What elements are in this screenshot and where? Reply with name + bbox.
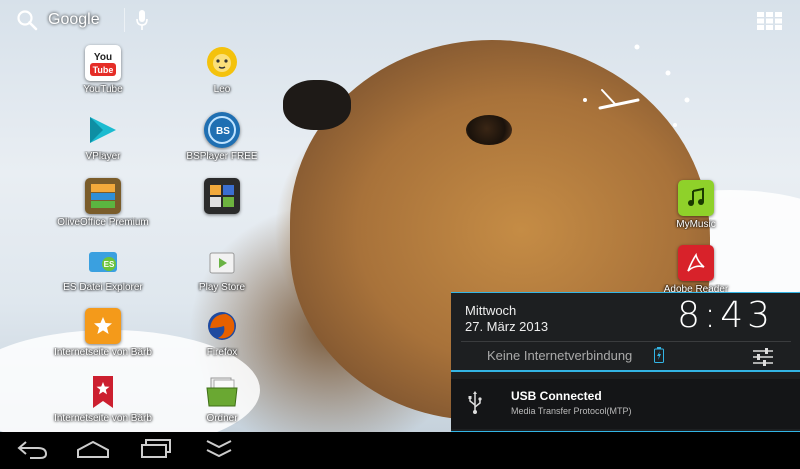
app-adobe-reader[interactable]: Adobe Reader bbox=[641, 245, 751, 295]
svg-text:BS: BS bbox=[216, 126, 230, 137]
mymusic-icon bbox=[678, 180, 714, 216]
ordner-icon bbox=[204, 374, 240, 410]
bookmark-ribbon-icon bbox=[85, 374, 121, 410]
oliveoffice-icon bbox=[85, 178, 121, 214]
battery-charging-icon bbox=[654, 347, 664, 367]
app-label: MyMusic bbox=[676, 219, 716, 230]
app-shortcut[interactable]: ES ES Datei Explorer bbox=[48, 243, 158, 293]
bookmark-star-icon bbox=[85, 308, 121, 344]
notification-panel[interactable]: Mittwoch 27. März 2013 8:43 Keine Intern… bbox=[451, 292, 800, 433]
folder-icon bbox=[204, 178, 240, 214]
app-label: Internetseite von Bärb bbox=[54, 347, 152, 358]
microphone-icon[interactable] bbox=[135, 9, 149, 31]
youtube-icon: You Tube bbox=[85, 45, 121, 81]
app-label: Firefox bbox=[206, 347, 238, 358]
search-icon[interactable] bbox=[16, 9, 38, 31]
usb-icon bbox=[467, 391, 483, 419]
google-label[interactable]: Google bbox=[48, 11, 100, 29]
firefox-icon bbox=[204, 308, 240, 344]
app-shortcut[interactable]: You Tube YouTube bbox=[48, 45, 158, 95]
play-store-icon bbox=[204, 243, 240, 279]
accent-divider bbox=[451, 370, 800, 372]
app-shortcut[interactable]: OliveOffice Premium bbox=[48, 178, 158, 228]
dog-nose bbox=[283, 80, 351, 130]
app-label: Internetseite von Bärb bbox=[54, 413, 152, 424]
bsplayer-icon: BS bbox=[204, 112, 240, 148]
leo-icon bbox=[204, 45, 240, 81]
app-shortcut[interactable]: Play Store bbox=[167, 243, 277, 293]
network-status: Keine Internetverbindung bbox=[487, 348, 633, 363]
notif-clock: 8:43 bbox=[677, 295, 774, 336]
app-label: Ordner bbox=[206, 413, 238, 424]
vplayer-icon bbox=[85, 112, 121, 148]
adobe-reader-icon bbox=[678, 245, 714, 281]
home-icon[interactable] bbox=[76, 438, 110, 464]
app-shortcut[interactable] bbox=[167, 178, 277, 217]
hide-keyboard-icon[interactable] bbox=[204, 438, 234, 464]
app-label: Leo bbox=[213, 84, 231, 95]
svg-text:You: You bbox=[94, 52, 112, 63]
dog-eye bbox=[466, 115, 512, 145]
svg-text:Tube: Tube bbox=[93, 65, 114, 75]
search-divider bbox=[123, 8, 125, 32]
analog-clock-widget[interactable] bbox=[570, 30, 690, 150]
app-shortcut[interactable]: Internetseite von Bärb bbox=[48, 308, 158, 358]
app-shortcut[interactable]: Firefox bbox=[167, 308, 277, 358]
app-label: VPlayer bbox=[85, 151, 121, 162]
app-shortcut[interactable]: VPlayer bbox=[48, 112, 158, 162]
app-label: ES Datei Explorer bbox=[63, 282, 143, 293]
notif-date: 27. März 2013 bbox=[465, 319, 549, 334]
app-label: Play Store bbox=[198, 282, 246, 293]
navigation-bar bbox=[0, 432, 800, 469]
app-mymusic[interactable]: MyMusic bbox=[641, 180, 751, 230]
app-shortcut[interactable]: Ordner bbox=[167, 374, 277, 424]
all-apps-grid-icon[interactable] bbox=[757, 12, 783, 34]
quick-settings-icon[interactable] bbox=[752, 347, 774, 371]
app-label: YouTube bbox=[83, 84, 123, 95]
app-shortcut[interactable]: Leo bbox=[167, 45, 277, 95]
notif-day: Mittwoch bbox=[465, 303, 517, 318]
app-label: OliveOffice Premium bbox=[57, 217, 149, 228]
app-shortcut[interactable]: Internetseite von Bärb bbox=[48, 374, 158, 424]
back-icon[interactable] bbox=[16, 438, 48, 464]
divider bbox=[461, 341, 791, 342]
usb-title: USB Connected bbox=[511, 389, 602, 403]
app-shortcut[interactable]: BS BSPlayer FREE bbox=[167, 112, 277, 162]
es-explorer-icon: ES bbox=[85, 243, 121, 279]
google-search-bar[interactable]: Google bbox=[16, 6, 149, 34]
svg-text:ES: ES bbox=[104, 260, 115, 269]
usb-subtitle: Media Transfer Protocol(MTP) bbox=[511, 406, 632, 416]
recent-apps-icon[interactable] bbox=[140, 438, 172, 464]
app-label: BSPlayer FREE bbox=[186, 151, 258, 162]
usb-notification[interactable]: USB Connected Media Transfer Protocol(MT… bbox=[451, 379, 800, 429]
